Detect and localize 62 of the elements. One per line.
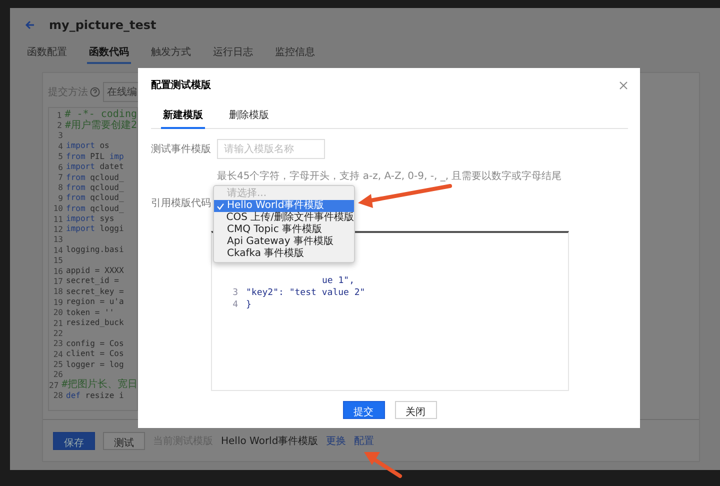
dialog-title: 配置测试模版 [151,78,211,92]
line-number: 1 [56,110,62,120]
line-number: 5 [57,152,63,162]
line-number: 11 [52,214,63,224]
field-label: 引用模版代码 [151,196,212,210]
line-number: 13 [52,235,63,244]
line-number: 26 [52,370,63,380]
code-line: from qcloud_ [66,172,124,183]
code-line: ue 1", [322,276,355,286]
code-line: from PIL imp [66,152,124,162]
line-number: 7 [57,173,63,182]
code-line: token = '' [66,308,114,318]
line-number: 3 [232,288,238,298]
code-line: resized_buck [66,318,124,328]
line-number: 14 [52,246,63,255]
line-number: 19 [52,298,63,307]
line-number: 17 [52,276,63,286]
code-line: config = Cos [66,338,124,349]
line-number: 18 [52,287,63,296]
code-line: # -*- coding [64,110,137,120]
line-number: 25 [52,360,63,370]
code-line: #把图片长、宽日 [62,380,138,390]
code-line: def resize i [66,390,124,401]
code-line: secret_id = [66,276,119,286]
page-title: my_picture_test [49,18,156,32]
line-number: 22 [52,328,63,338]
line-number: 21 [52,318,63,328]
line-number: 4 [57,142,63,151]
line-number: 12 [52,224,63,234]
line-number: 20 [52,308,63,318]
line-number: 27 [49,380,59,390]
code-line: logging.basi [66,245,124,256]
line-number: 24 [52,350,63,359]
code-line: #用户需要创建2 [64,120,137,131]
code-line: client = Cos [66,349,124,360]
code-line: import loggi [66,224,124,234]
current-template-name: Hello World事件模版 [221,434,318,448]
code-line: import datet [66,162,124,172]
line-number: 8 [57,183,63,192]
code-line: from qcloud_ [66,204,124,214]
code-line: logger = log [66,360,124,370]
line-number: 23 [52,339,63,348]
line-number: 2 [56,121,62,130]
code-line: import sys [66,214,114,224]
hint-text: 最长45个字符，字母开头，支持 a-z, A-Z, 0-9, -, _, 且需要以数字或字母结尾 [217,170,563,183]
line-number: 6 [57,162,63,172]
line-number: 9 [57,194,63,203]
field-label: 测试事件模版 [151,142,212,156]
line-number: 15 [52,256,63,266]
code-line: region = u'a [66,297,124,308]
line-number: 4 [232,300,238,310]
line-number: 3 [57,131,63,140]
code-line: import os [66,141,110,152]
code-line: } [246,300,252,310]
code-line: appid = XXXX [66,266,124,276]
code-line: from qcloud_ [66,193,124,204]
line-number: 16 [52,266,63,276]
code-line: from qcloud_ [66,182,124,193]
code-line: secret_key = [66,286,124,297]
line-number: 28 [52,391,63,400]
line-number: 10 [52,204,63,214]
code-line: "key2": "test value 2" [246,288,366,298]
